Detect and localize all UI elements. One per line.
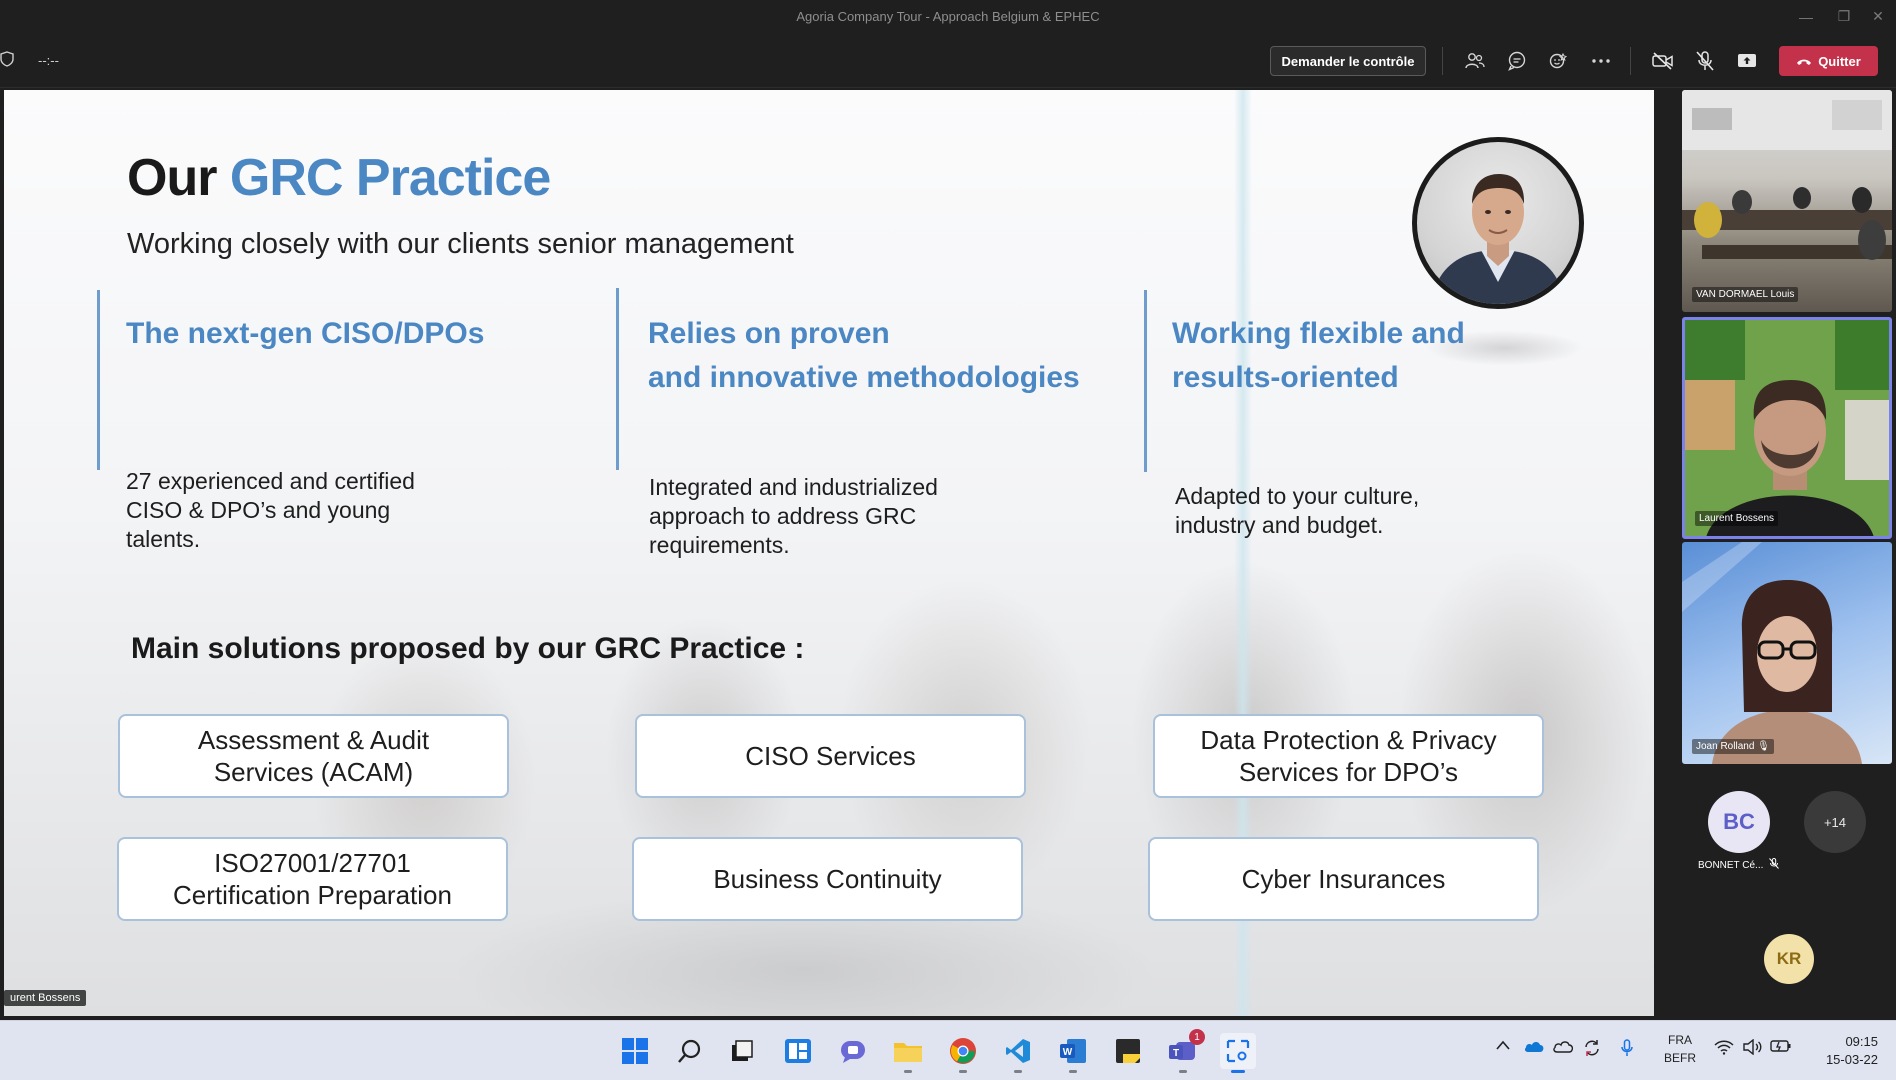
camera-off-icon[interactable] — [1648, 46, 1678, 76]
volume-icon[interactable] — [1742, 1038, 1762, 1058]
participant-name: Joan Rolland 🎙 — [1692, 739, 1774, 754]
running-indicator — [1179, 1070, 1187, 1073]
presenter-video — [1685, 320, 1889, 536]
meeting-toolbar: --:-- Demander le contrôle Quitter — [0, 33, 1896, 88]
solution-ciso-services: CISO Services — [635, 714, 1026, 798]
column-divider — [1144, 290, 1147, 472]
column-divider — [616, 288, 619, 470]
taskbar-clock[interactable]: 09:15 15-03-22 — [1808, 1033, 1878, 1069]
presenter-portrait — [1412, 137, 1584, 309]
slide-title: Our GRC Practice — [127, 148, 551, 208]
presentation-slide: Our GRC Practice Working closely with ou… — [4, 90, 1654, 1016]
presenter-name-tag: urent Bossens — [4, 990, 87, 1006]
mic-muted-icon: 🎙 — [1757, 741, 1770, 752]
vscode-icon[interactable] — [1000, 1033, 1036, 1073]
svg-text:W: W — [1063, 1047, 1073, 1058]
video-tile-van-dormael[interactable]: VAN DORMAEL Louis — [1682, 90, 1892, 312]
close-window-button[interactable]: ✕ — [1858, 0, 1896, 33]
column-divider — [97, 290, 100, 470]
participant-name-bonnet: BONNET Cé... — [1698, 858, 1780, 872]
avatar-bc[interactable]: BC — [1708, 791, 1770, 853]
phone-hangup-icon — [1796, 54, 1812, 69]
start-icon[interactable] — [617, 1033, 653, 1069]
video-tile-joan-rolland[interactable]: Joan Rolland 🎙 — [1682, 542, 1892, 764]
column-1-body: 27 experienced and certified CISO & DPO’… — [126, 468, 415, 552]
cloud-icon[interactable] — [1553, 1039, 1574, 1056]
solutions-heading: Main solutions proposed by our GRC Pract… — [131, 632, 805, 665]
sync-icon[interactable] — [1583, 1039, 1601, 1060]
column-3-body: Adapted to your culture, industry and bu… — [1175, 483, 1420, 538]
participant-name: VAN DORMAEL Louis — [1692, 287, 1799, 302]
running-indicator — [959, 1070, 967, 1073]
solution-cyber-insurances: Cyber Insurances — [1148, 837, 1539, 921]
running-indicator — [1014, 1070, 1022, 1073]
battery-icon[interactable] — [1770, 1039, 1792, 1056]
toolbar-divider — [1630, 47, 1631, 75]
running-indicator — [904, 1070, 912, 1073]
solution-assessment-audit: Assessment & Audit Services (ACAM) — [118, 714, 509, 798]
more-options-icon[interactable] — [1586, 46, 1616, 76]
column-3-heading: Working flexible and results-oriented — [1172, 317, 1465, 394]
participants-panel: VAN DORMAEL Louis Laurent Bossens Joan R… — [1682, 88, 1896, 1020]
chevron-up-icon[interactable] — [1496, 1039, 1510, 1053]
participant-video — [1682, 542, 1862, 764]
video-tile-laurent-bossens[interactable]: Laurent Bossens — [1682, 317, 1892, 539]
toolbar-divider — [1442, 47, 1443, 75]
column-2-heading: Relies on proven and innovative methodol… — [648, 317, 1080, 394]
teams-icon[interactable]: T 1 — [1165, 1029, 1205, 1073]
meeting-timer: --:-- — [38, 53, 59, 68]
widgets-icon[interactable] — [780, 1033, 816, 1069]
solution-iso-certification: ISO27001/27701 Certification Preparation — [117, 837, 508, 921]
quit-label: Quitter — [1818, 53, 1861, 69]
active-indicator — [1231, 1070, 1245, 1073]
solution-business-continuity: Business Continuity — [632, 837, 1023, 921]
svg-text:T: T — [1173, 1048, 1179, 1059]
sticky-notes-icon[interactable] — [1110, 1033, 1146, 1069]
wifi-icon[interactable] — [1714, 1039, 1734, 1058]
window-title: Agoria Company Tour - Approach Belgium &… — [796, 9, 1100, 24]
more-participants-button[interactable]: +14 — [1804, 791, 1866, 853]
notification-badge: 1 — [1189, 1029, 1205, 1045]
classroom-video — [1682, 90, 1892, 260]
microphone-off-icon[interactable] — [1690, 46, 1720, 76]
slide-title-accent: GRC Practice — [229, 149, 551, 207]
request-control-button[interactable]: Demander le contrôle — [1270, 46, 1426, 76]
column-2-body: Integrated and industrialized approach t… — [649, 474, 938, 558]
word-icon[interactable]: W — [1055, 1033, 1091, 1073]
people-icon[interactable] — [1460, 46, 1490, 76]
solution-data-protection: Data Protection & Privacy Services for DP… — [1153, 714, 1544, 798]
search-icon[interactable] — [672, 1033, 708, 1069]
onedrive-icon[interactable] — [1524, 1039, 1544, 1056]
file-explorer-icon[interactable] — [890, 1033, 926, 1073]
microphone-icon[interactable] — [1621, 1039, 1633, 1060]
quit-meeting-button[interactable]: Quitter — [1779, 46, 1878, 76]
chrome-icon[interactable] — [945, 1033, 981, 1073]
slide-title-prefix: Our — [127, 149, 230, 207]
share-screen-icon[interactable] — [1732, 46, 1762, 76]
avatar-kr[interactable]: KR — [1764, 934, 1814, 984]
shield-icon — [0, 51, 14, 70]
shared-content-stage: Our GRC Practice Working closely with ou… — [0, 88, 1896, 1020]
task-view-icon[interactable] — [724, 1033, 760, 1069]
running-indicator — [1069, 1070, 1077, 1073]
slide-subtitle: Working closely with our clients senior … — [127, 228, 794, 260]
meeting-info: --:-- — [0, 51, 59, 70]
reactions-icon[interactable] — [1544, 46, 1574, 76]
windows-taskbar: W T 1 FRA BEFR 09:15 15-03-22 — [0, 1020, 1896, 1080]
participant-name: Laurent Bossens — [1695, 511, 1779, 526]
input-language[interactable]: FRA BEFR — [1664, 1031, 1696, 1067]
teams-chat-icon[interactable] — [835, 1033, 871, 1069]
column-1-heading: The next-gen CISO/DPOs — [126, 317, 485, 350]
snipping-tool-icon[interactable] — [1220, 1033, 1256, 1073]
minimize-button[interactable]: — — [1786, 0, 1826, 33]
mic-muted-icon — [1769, 858, 1780, 872]
chat-icon[interactable] — [1502, 46, 1532, 76]
window-title-bar: Agoria Company Tour - Approach Belgium &… — [0, 0, 1896, 33]
